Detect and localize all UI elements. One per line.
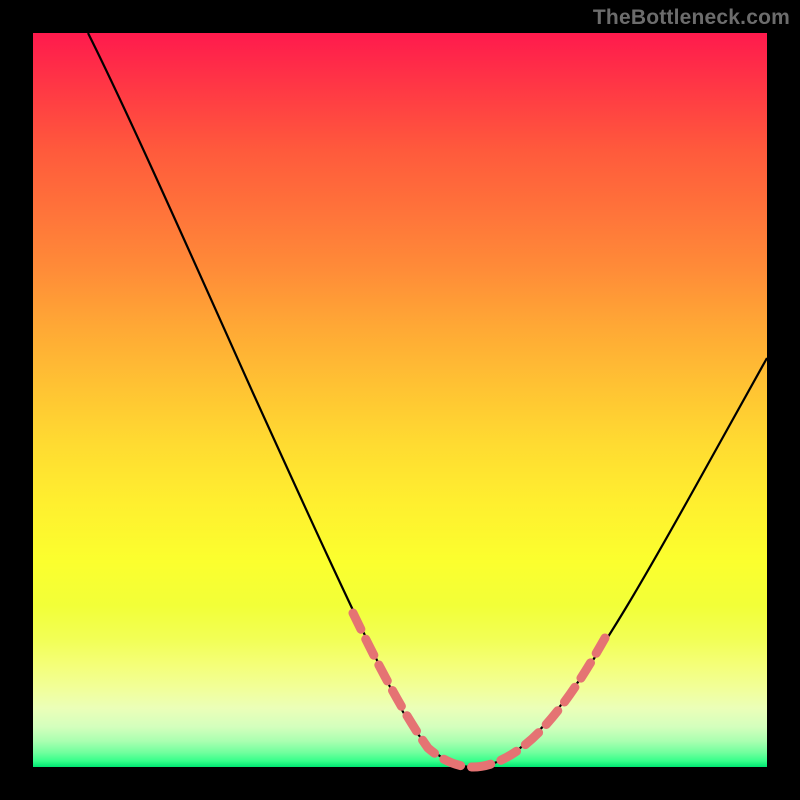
outer-black-frame: TheBottleneck.com [0, 0, 800, 800]
dash-overlay-right [473, 638, 605, 767]
left-curve [88, 33, 473, 767]
watermark-text: TheBottleneck.com [593, 6, 790, 30]
right-curve [473, 358, 767, 767]
curve-overlay [33, 33, 767, 767]
dash-overlay-left [353, 613, 473, 767]
